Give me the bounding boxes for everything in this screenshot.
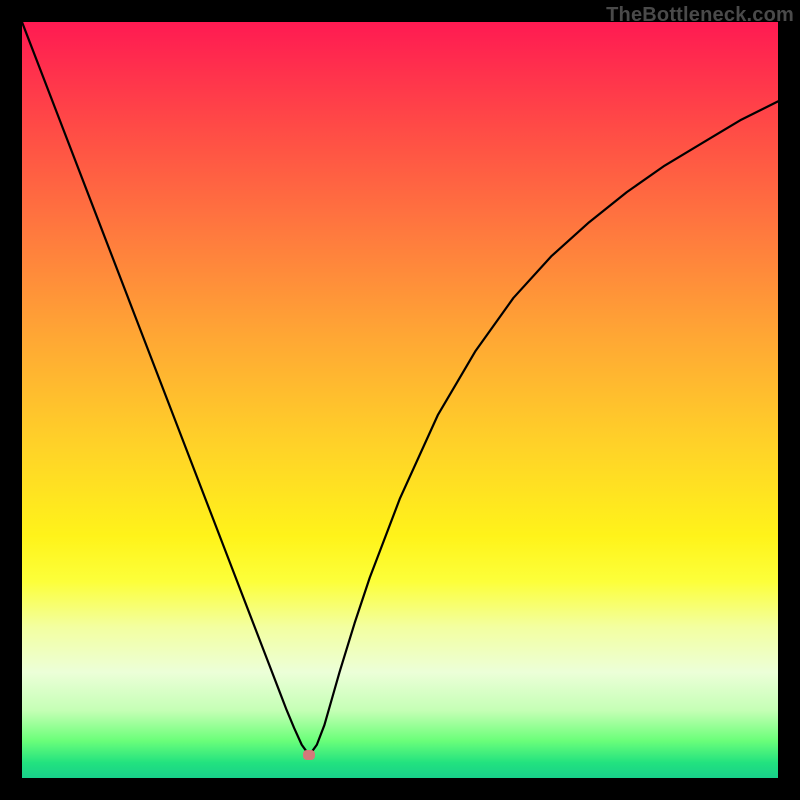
chart-frame: TheBottleneck.com: [0, 0, 800, 800]
watermark-text: TheBottleneck.com: [606, 4, 794, 27]
marker-dot: [303, 750, 315, 760]
bottleneck-curve: [22, 22, 778, 755]
plot-area: [22, 22, 778, 778]
curve-svg: [22, 22, 778, 778]
